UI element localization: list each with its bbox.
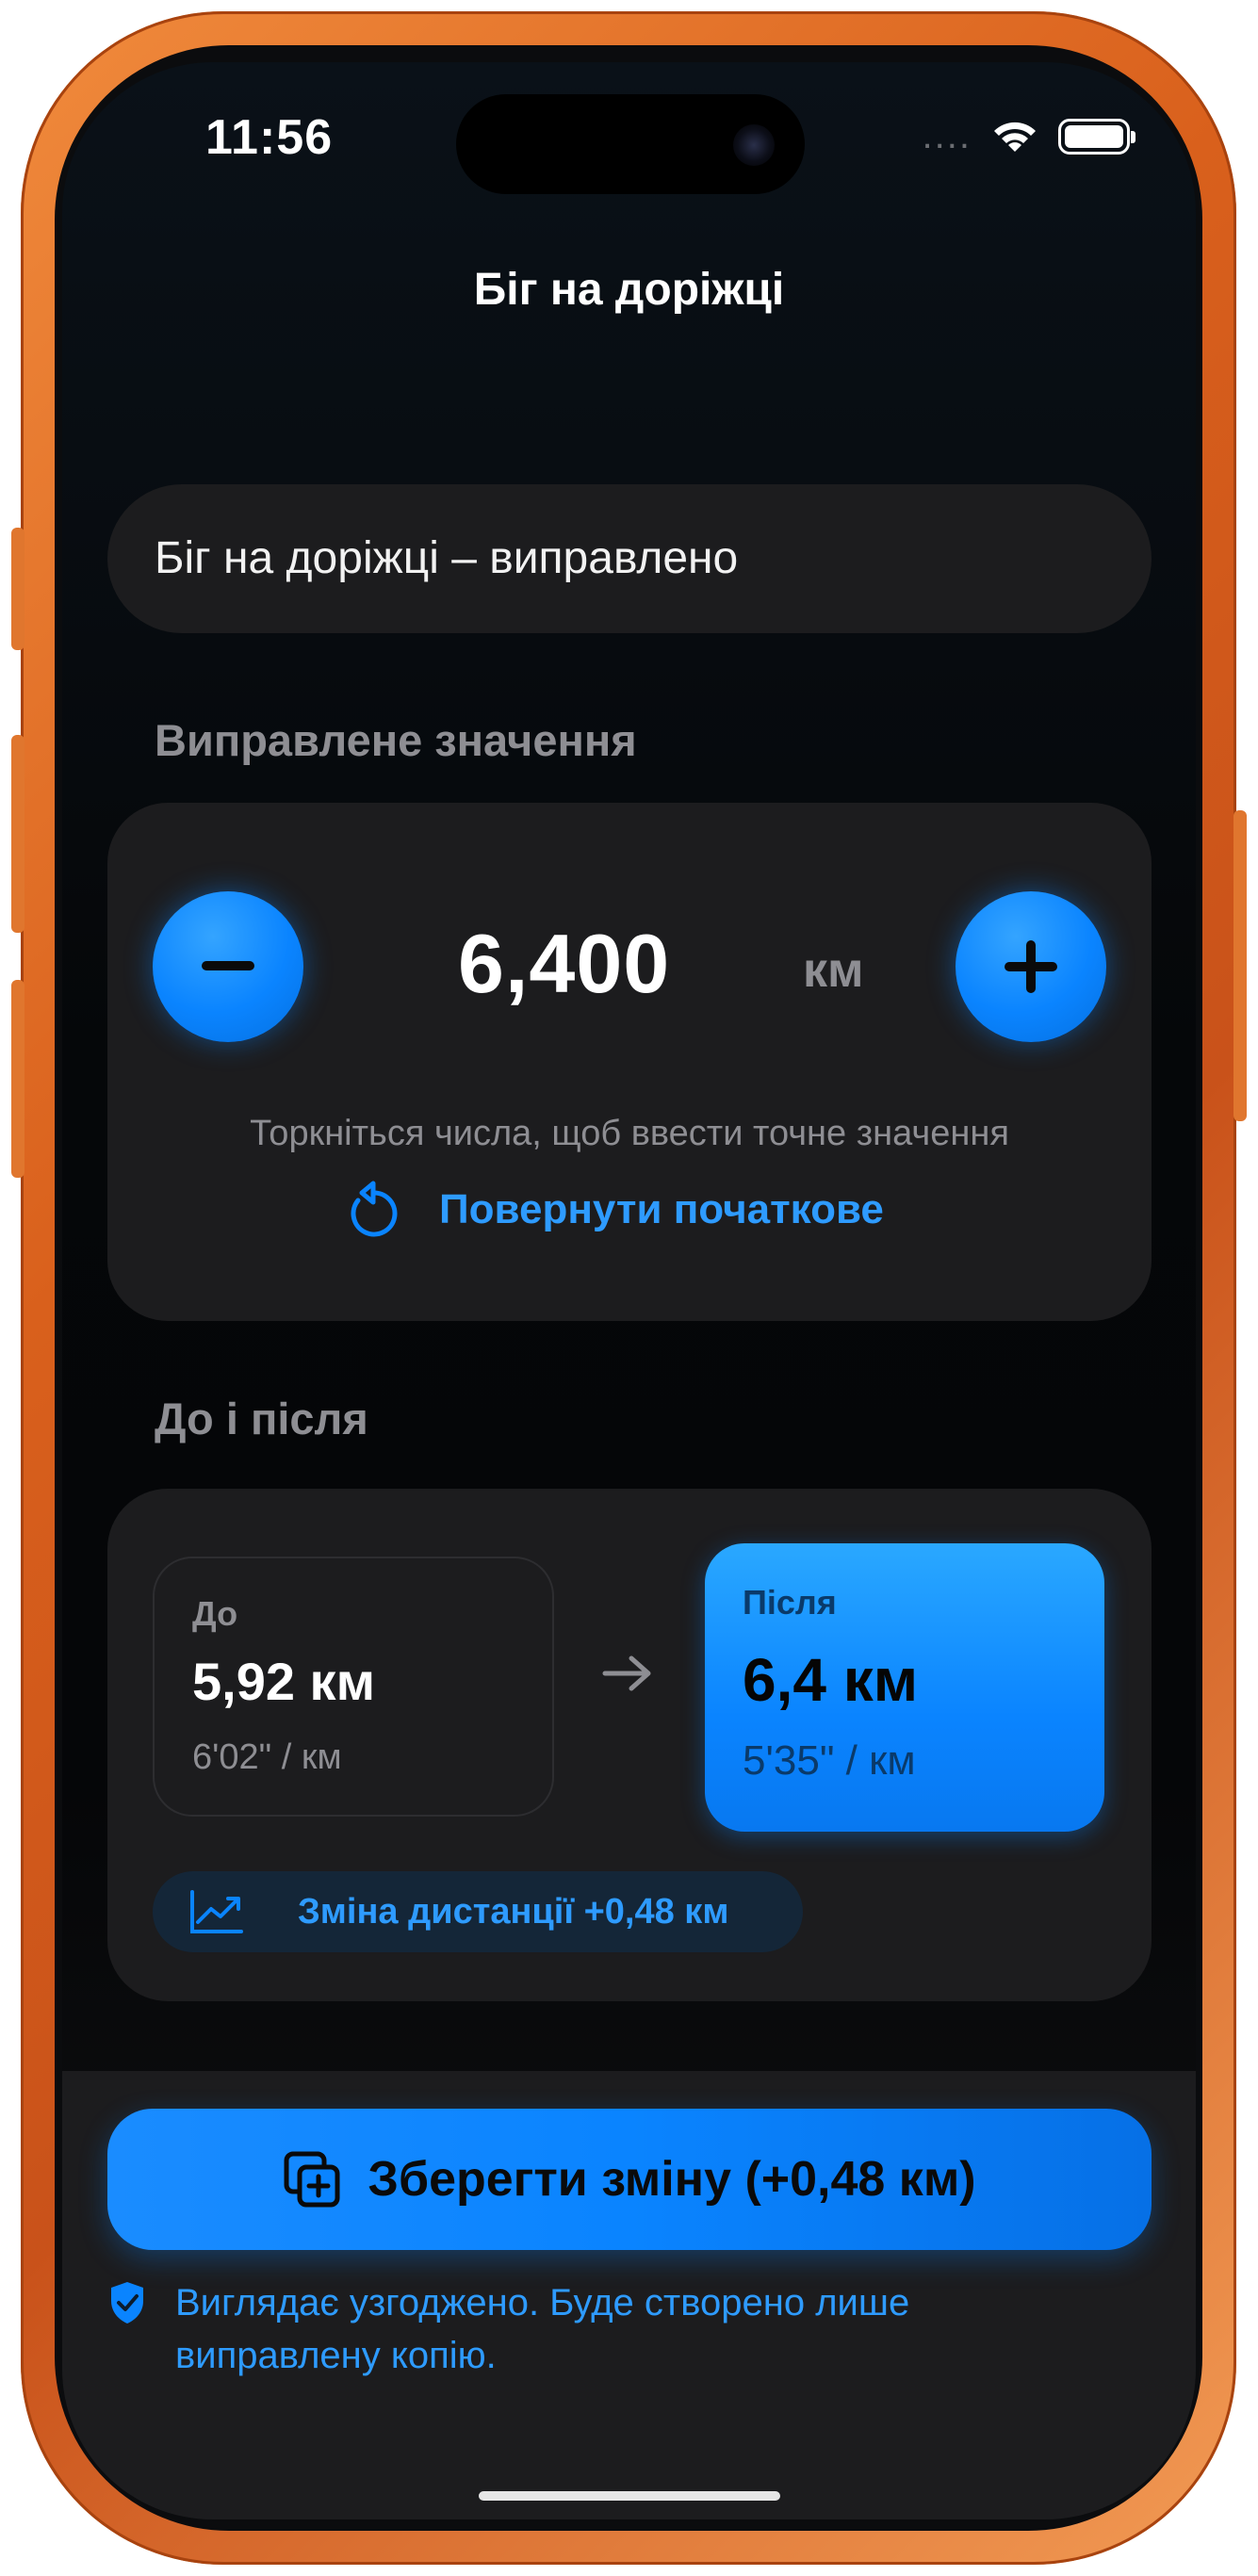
volume-up-button <box>11 735 25 933</box>
after-box: Після 6,4 км 5'35" / км <box>705 1543 1104 1832</box>
distance-change-label: Зміна дистанції +0,48 км <box>298 1891 729 1932</box>
distance-change-chip: Зміна дистанції +0,48 км <box>153 1871 803 1952</box>
increment-button[interactable] <box>956 891 1106 1042</box>
workout-name-field[interactable]: Біг на доріжці – виправлено <box>107 484 1152 633</box>
battery-icon <box>1058 118 1135 155</box>
before-caption: До <box>192 1594 238 1633</box>
camera-icon <box>733 124 775 166</box>
arrow-right-icon <box>602 1655 651 1691</box>
save-change-label: Зберегти зміну (+0,48 км) <box>368 2152 976 2207</box>
status-time: 11:56 <box>205 110 334 165</box>
wifi-icon <box>994 122 1036 152</box>
reset-arrow-icon <box>351 1181 398 1237</box>
shield-check-icon <box>111 2282 143 2323</box>
corrected-section-label: Виправлене значення <box>155 715 637 765</box>
reset-label: Повернути початкове <box>439 1186 884 1232</box>
reset-button[interactable]: Повернути початкове <box>345 1180 884 1240</box>
after-distance: 6,4 км <box>743 1646 919 1714</box>
consistency-note-text: Виглядає узгоджено. Буде створено лише в… <box>175 2282 910 2376</box>
home-indicator <box>479 2491 780 2501</box>
after-caption: Після <box>743 1583 837 1622</box>
before-box: До 5,92 км 6'02" / км <box>153 1557 554 1817</box>
unit-label: км <box>803 943 864 998</box>
minus-icon <box>202 961 254 970</box>
comparison-section-label: До і після <box>155 1394 368 1443</box>
chart-trend-icon <box>190 1890 243 1933</box>
page-title: Біг на доріжці <box>473 265 785 315</box>
action-button <box>11 528 25 650</box>
before-pace: 6'02" / км <box>192 1737 342 1777</box>
input-hint: Торкніться числа, щоб ввести точне значе… <box>250 1114 1009 1153</box>
volume-down-button <box>11 980 25 1178</box>
before-distance: 5,92 км <box>192 1652 376 1711</box>
app-screen: 11:56 .... Біг на доріжці Біг на доріжці… <box>62 62 1196 2519</box>
after-pace: 5'35" / км <box>743 1737 916 1784</box>
copy-plus-icon <box>284 2151 340 2208</box>
status-indicators: .... <box>922 115 1135 157</box>
corrected-value-card: 6,400 км Торкніться числа, щоб ввести то… <box>107 803 1152 1321</box>
bottom-panel: Зберегти зміну (+0,48 км) Виглядає узгод… <box>62 2071 1196 2519</box>
consistency-note: Виглядає узгоджено. Буде створено лише в… <box>107 2276 1050 2382</box>
save-change-button[interactable]: Зберегти зміну (+0,48 км) <box>107 2109 1152 2250</box>
cellular-dots-icon: .... <box>922 115 972 156</box>
plus-icon <box>1005 940 1057 993</box>
corrected-value-input[interactable]: 6,400 <box>458 916 854 1012</box>
decrement-button[interactable] <box>153 891 303 1042</box>
power-button <box>1233 810 1247 1121</box>
comparison-card: До 5,92 км 6'02" / км Після 6,4 км 5'35"… <box>107 1489 1152 2001</box>
